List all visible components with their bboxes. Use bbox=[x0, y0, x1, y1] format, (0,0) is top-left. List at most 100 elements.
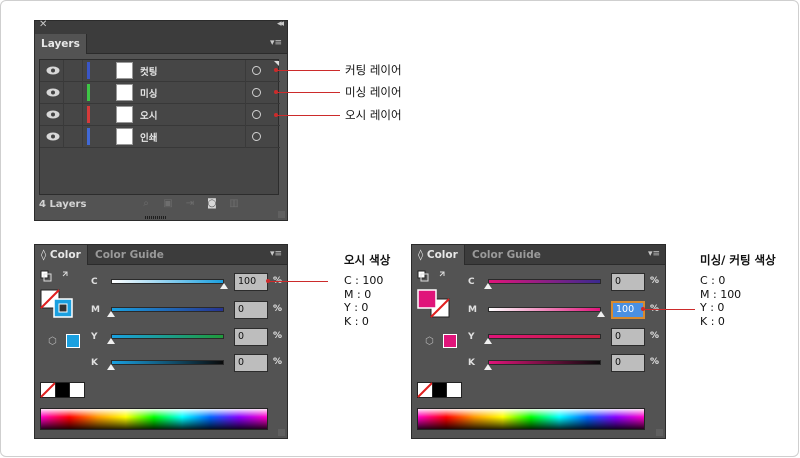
color-tab-row: ◊ Color Color Guide ▾≡ bbox=[412, 245, 665, 265]
slider-track[interactable] bbox=[111, 279, 224, 284]
layer-thumbnail bbox=[116, 84, 133, 101]
divider bbox=[63, 104, 64, 126]
slider-track[interactable] bbox=[111, 360, 224, 365]
channel-value-input[interactable]: 0 bbox=[611, 354, 645, 372]
target-circle-icon[interactable] bbox=[252, 88, 261, 97]
layer-row-crease[interactable]: 오시 bbox=[40, 104, 280, 126]
leader-line bbox=[276, 92, 340, 93]
slider-thumb[interactable] bbox=[484, 283, 492, 289]
slider-black: K 0 % bbox=[91, 354, 291, 374]
channel-value-input[interactable]: 0 bbox=[611, 273, 645, 291]
divider bbox=[63, 82, 64, 104]
tab-color-guide[interactable]: Color Guide bbox=[89, 245, 170, 265]
fill-stroke-widget[interactable] bbox=[39, 269, 83, 325]
panel-menu-icon[interactable]: ▾≡ bbox=[648, 249, 660, 259]
color-panel-cyan: ◊ Color Color Guide ▾≡ ⬡ C 100 % M 0 % Y… bbox=[34, 244, 288, 439]
fill-stroke-widget[interactable] bbox=[416, 269, 460, 325]
channel-value-input[interactable]: 0 bbox=[611, 328, 645, 346]
tab-layers[interactable]: Layers bbox=[35, 34, 87, 54]
cmyk-line: C : 100 bbox=[344, 274, 384, 287]
visibility-eye-icon[interactable] bbox=[46, 110, 60, 119]
slider-thumb[interactable] bbox=[597, 311, 605, 317]
leader-line bbox=[643, 309, 695, 310]
slider-thumb[interactable] bbox=[107, 311, 115, 317]
slider-cyan: C 100 % bbox=[91, 273, 291, 293]
target-circle-icon[interactable] bbox=[252, 110, 261, 119]
divider bbox=[245, 104, 246, 126]
tab-color-guide[interactable]: Color Guide bbox=[466, 245, 547, 265]
slider-thumb[interactable] bbox=[107, 364, 115, 370]
slider-track[interactable] bbox=[488, 279, 601, 284]
web-safe-swatch[interactable] bbox=[443, 334, 457, 348]
layer-name[interactable]: 오시 bbox=[140, 108, 157, 122]
panel-menu-icon[interactable]: ▾≡ bbox=[270, 38, 282, 48]
selected-corner-icon bbox=[274, 61, 279, 66]
slider-thumb[interactable] bbox=[484, 364, 492, 370]
layer-name[interactable]: 컷팅 bbox=[140, 64, 157, 78]
layer-name[interactable]: 미싱 bbox=[140, 86, 157, 100]
resize-handle[interactable] bbox=[278, 211, 285, 218]
resize-handle[interactable] bbox=[278, 429, 285, 436]
channel-value-input[interactable]: 0 bbox=[234, 354, 268, 372]
channel-label: C bbox=[468, 277, 475, 287]
clipping-mask-icon[interactable]: ▣ bbox=[157, 198, 179, 209]
percent-unit: % bbox=[273, 357, 283, 367]
quick-swatches[interactable] bbox=[40, 382, 86, 398]
slider-track[interactable] bbox=[111, 307, 224, 312]
close-icon[interactable]: ✕ bbox=[39, 19, 47, 30]
cmyk-line: C : 0 bbox=[700, 274, 726, 287]
out-of-gamut-cube-icon[interactable]: ⬡ bbox=[48, 337, 58, 347]
tab-color-label: Color bbox=[426, 249, 458, 261]
visibility-eye-icon[interactable] bbox=[46, 66, 60, 75]
divider bbox=[245, 126, 246, 148]
cmyk-line: M : 100 bbox=[700, 287, 742, 301]
web-safe-swatch[interactable] bbox=[66, 334, 80, 348]
slider-thumb[interactable] bbox=[484, 338, 492, 344]
cmyk-line: M : 0 bbox=[344, 287, 372, 301]
slider-thumb[interactable] bbox=[107, 338, 115, 344]
quick-swatches[interactable] bbox=[417, 382, 463, 398]
out-of-gamut-cube-icon[interactable]: ⬡ bbox=[425, 337, 435, 347]
slider-track[interactable] bbox=[488, 307, 601, 312]
visibility-eye-icon[interactable] bbox=[46, 132, 60, 141]
tab-color-label: Color bbox=[49, 249, 81, 261]
slider-track[interactable] bbox=[488, 360, 601, 365]
color-spectrum-bar[interactable] bbox=[417, 408, 645, 430]
divider bbox=[82, 104, 83, 126]
color-spectrum-bar[interactable] bbox=[40, 408, 268, 430]
channel-label: C bbox=[91, 277, 98, 287]
delete-icon[interactable]: ▥ bbox=[223, 198, 245, 209]
visibility-eye-icon[interactable] bbox=[46, 88, 60, 97]
target-circle-icon[interactable] bbox=[252, 66, 261, 75]
panel-menu-icon[interactable]: ▾≡ bbox=[270, 249, 282, 259]
percent-unit: % bbox=[273, 331, 283, 341]
locate-object-icon[interactable]: ⌕ bbox=[135, 198, 157, 209]
cmyk-line: Y : 0 bbox=[700, 301, 725, 314]
layer-row-perforation[interactable]: 미싱 bbox=[40, 82, 280, 104]
channel-value-input-selected[interactable]: 100 bbox=[611, 301, 645, 319]
new-sublayer-icon[interactable]: ⇥ bbox=[179, 198, 201, 209]
layer-row-cutting[interactable]: 컷팅 bbox=[40, 60, 280, 82]
cmyk-line: K : 0 bbox=[344, 314, 369, 328]
new-layer-icon[interactable]: ◙ bbox=[201, 198, 223, 209]
annotation-perforation-layer: 미싱 레이어 bbox=[345, 85, 402, 99]
collapse-icon[interactable]: ◂◂ bbox=[277, 19, 284, 29]
slider-track[interactable] bbox=[111, 334, 224, 339]
layer-thumbnail bbox=[116, 106, 133, 123]
channel-value-input[interactable]: 0 bbox=[234, 328, 268, 346]
divider bbox=[82, 60, 83, 82]
slider-track[interactable] bbox=[488, 334, 601, 339]
cmyk-line: K : 0 bbox=[700, 314, 725, 328]
layer-count: 4 Layers bbox=[39, 199, 87, 210]
channel-value-input[interactable]: 0 bbox=[234, 301, 268, 319]
panel-grip-handle[interactable] bbox=[145, 216, 167, 219]
channel-value-input[interactable]: 100 bbox=[234, 273, 268, 291]
slider-thumb[interactable] bbox=[220, 283, 228, 289]
resize-handle[interactable] bbox=[656, 429, 663, 436]
layer-row-print[interactable]: 인쇄 bbox=[40, 126, 280, 148]
tab-color[interactable]: ◊ Color bbox=[35, 245, 88, 265]
target-circle-icon[interactable] bbox=[252, 132, 261, 141]
layer-name[interactable]: 인쇄 bbox=[140, 130, 157, 144]
tab-color[interactable]: ◊ Color bbox=[412, 245, 465, 265]
percent-unit: % bbox=[650, 276, 660, 286]
